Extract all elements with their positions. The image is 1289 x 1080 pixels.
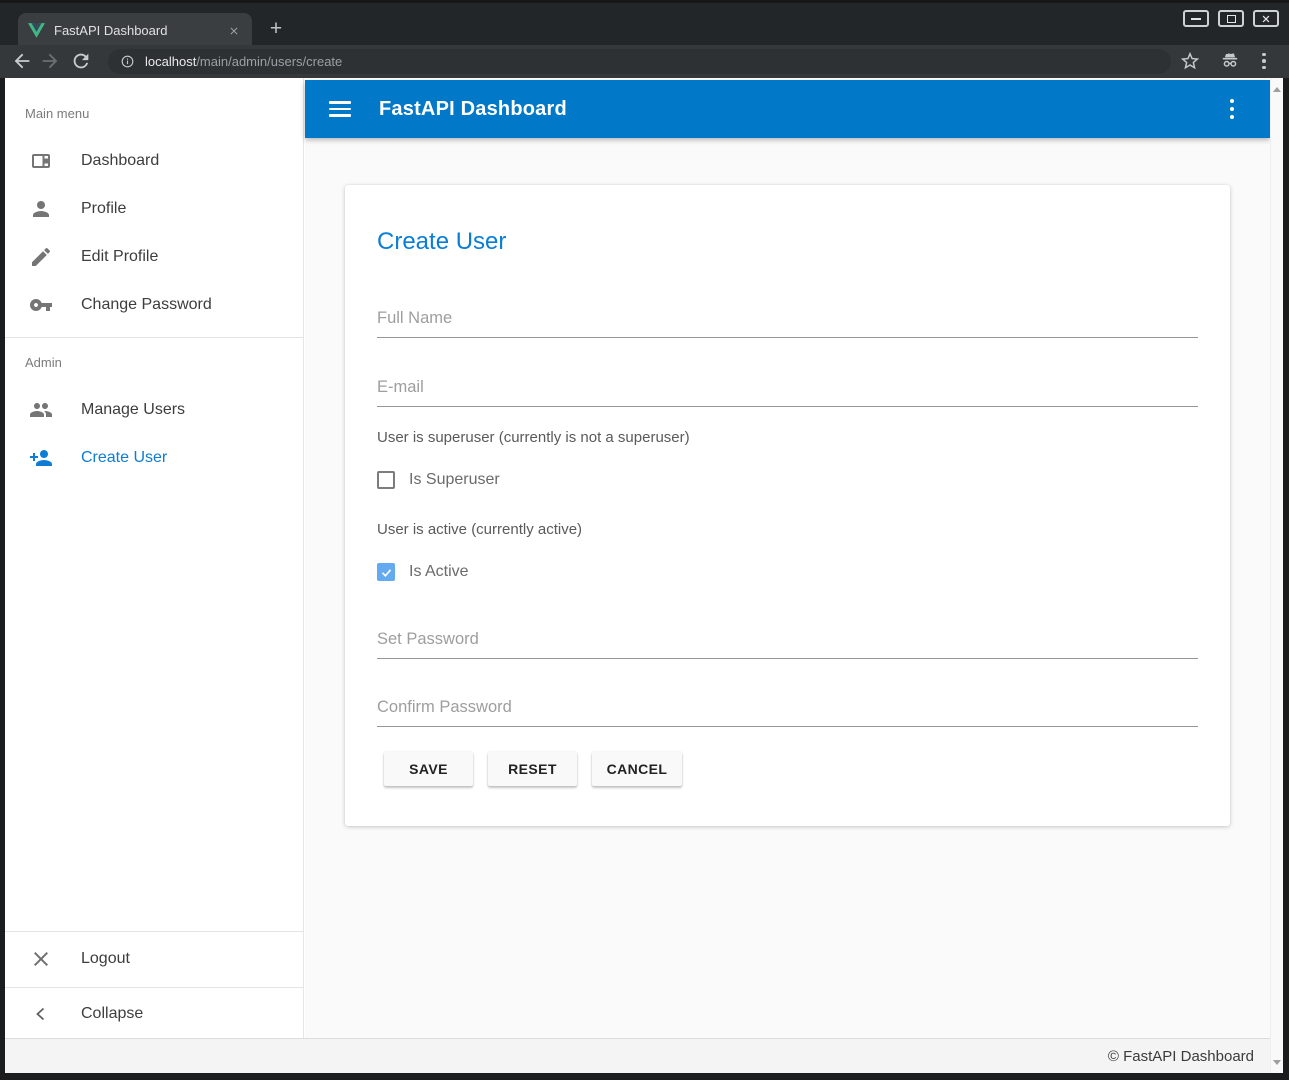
sidebar-item-label: Collapse <box>81 1005 143 1023</box>
app-menu-kebab-icon[interactable] <box>1220 97 1244 121</box>
window-controls <box>1183 10 1279 27</box>
vue-favicon <box>28 23 45 38</box>
new-tab-button[interactable]: + <box>262 15 290 43</box>
hamburger-menu-icon[interactable] <box>329 97 353 121</box>
checkbox-label: Is Superuser <box>409 471 500 489</box>
incognito-icon[interactable] <box>1219 50 1241 72</box>
sidebar-item-label: Profile <box>81 200 126 218</box>
scrollbar-up-arrow-icon[interactable] <box>1271 82 1283 96</box>
sidebar-item-label: Manage Users <box>81 401 185 419</box>
form-title: Create User <box>377 228 506 256</box>
is-superuser-checkbox[interactable]: Is Superuser <box>377 471 500 489</box>
sidebar-item-profile[interactable]: Profile <box>5 185 303 233</box>
sidebar-divider <box>5 931 303 932</box>
back-icon[interactable] <box>11 50 33 72</box>
sidebar-divider <box>5 337 303 338</box>
main-content: FastAPI Dashboard Create User User is su… <box>305 78 1270 1038</box>
footer-copyright: © FastAPI Dashboard <box>1108 1048 1254 1065</box>
url-host: localhost <box>145 54 196 69</box>
create-user-card: Create User User is superuser (currently… <box>345 185 1230 826</box>
sidebar-item-label: Change Password <box>81 296 212 314</box>
checkbox-label: Is Active <box>409 563 469 581</box>
close-icon <box>29 947 53 971</box>
is-active-checkbox[interactable]: Is Active <box>377 563 469 581</box>
sidebar-item-change-password[interactable]: Change Password <box>5 281 303 329</box>
reset-button[interactable]: RESET <box>488 752 577 786</box>
sidebar-item-label: Dashboard <box>81 152 159 170</box>
sidebar-section-admin: Admin <box>25 355 62 370</box>
sidebar-item-label: Edit Profile <box>81 248 158 266</box>
set-password-input[interactable] <box>377 627 1198 659</box>
browser-window: FastAPI Dashboard + localhost/main/admin… <box>0 0 1289 1080</box>
pencil-icon <box>29 245 53 269</box>
browser-toolbar: localhost/main/admin/users/create <box>0 45 1289 78</box>
browser-menu-kebab-icon[interactable] <box>1253 50 1275 72</box>
confirm-password-input[interactable] <box>377 695 1198 727</box>
key-icon <box>29 293 53 317</box>
browser-tabstrip: FastAPI Dashboard + <box>0 0 1289 45</box>
sidebar-item-collapse[interactable]: Collapse <box>5 990 303 1038</box>
page: Main menu Dashboard Profile Edit Profile… <box>5 78 1283 1073</box>
close-window-button[interactable] <box>1253 10 1279 27</box>
tab-title: FastAPI Dashboard <box>54 23 226 38</box>
bookmark-star-icon[interactable] <box>1179 50 1201 72</box>
sidebar-item-label: Logout <box>81 950 130 968</box>
app-header: FastAPI Dashboard <box>305 80 1270 138</box>
scrollbar-down-arrow-icon[interactable] <box>1271 1055 1283 1069</box>
tab-close-icon[interactable] <box>226 23 242 39</box>
person-add-icon <box>29 446 53 470</box>
checkbox-checked-icon[interactable] <box>377 563 395 581</box>
cancel-button[interactable]: CANCEL <box>592 752 682 786</box>
url-path: /main/admin/users/create <box>196 54 342 69</box>
app-title: FastAPI Dashboard <box>379 98 567 121</box>
sidebar-item-dashboard[interactable]: Dashboard <box>5 137 303 185</box>
maximize-button[interactable] <box>1218 10 1244 27</box>
full-name-input[interactable] <box>377 306 1198 338</box>
page-info-icon[interactable] <box>120 54 135 69</box>
sidebar: Main menu Dashboard Profile Edit Profile… <box>5 78 304 1038</box>
sidebar-item-manage-users[interactable]: Manage Users <box>5 386 303 434</box>
page-footer: © FastAPI Dashboard <box>5 1038 1270 1073</box>
minimize-button[interactable] <box>1183 10 1209 27</box>
dashboard-icon <box>29 149 53 173</box>
active-helper-text: User is active (currently active) <box>377 521 582 538</box>
group-icon <box>29 398 53 422</box>
url-bar[interactable]: localhost/main/admin/users/create <box>108 49 1171 74</box>
reload-icon[interactable] <box>70 50 92 72</box>
sidebar-section-main-menu: Main menu <box>25 106 89 121</box>
checkbox-unchecked-icon[interactable] <box>377 471 395 489</box>
save-button[interactable]: SAVE <box>384 752 473 786</box>
browser-tab[interactable]: FastAPI Dashboard <box>18 13 252 48</box>
sidebar-item-create-user[interactable]: Create User <box>5 434 303 482</box>
sidebar-divider <box>5 987 303 988</box>
superuser-helper-text: User is superuser (currently is not a su… <box>377 429 690 446</box>
url-text: localhost/main/admin/users/create <box>145 54 342 69</box>
sidebar-item-label: Create User <box>81 449 167 467</box>
email-input[interactable] <box>377 375 1198 407</box>
sidebar-item-edit-profile[interactable]: Edit Profile <box>5 233 303 281</box>
sidebar-item-logout[interactable]: Logout <box>5 935 303 983</box>
person-icon <box>29 197 53 221</box>
forward-icon[interactable] <box>39 50 61 72</box>
page-scrollbar[interactable] <box>1270 78 1283 1073</box>
chevron-left-icon <box>29 1002 53 1026</box>
